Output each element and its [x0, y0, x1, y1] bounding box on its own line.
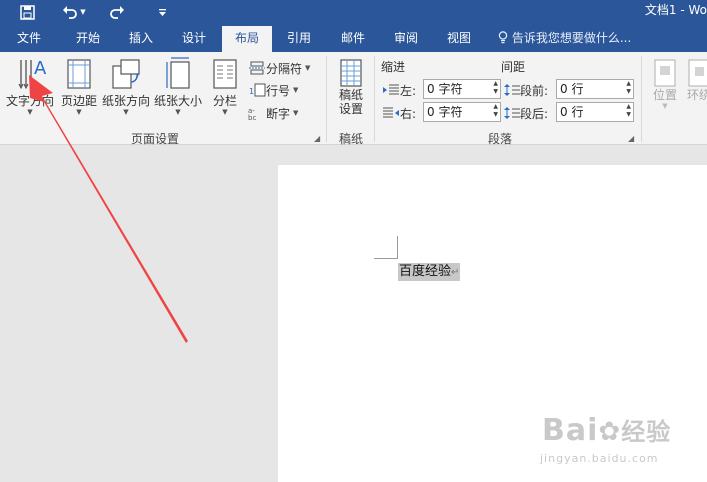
baidu-watermark: Bai✿经验 jingyan.baidu.com [538, 400, 707, 478]
watermark-text: Bai✿经验 [542, 413, 672, 448]
watermark-url: jingyan.baidu.com [540, 452, 659, 465]
paw-icon: ✿ [598, 417, 622, 447]
